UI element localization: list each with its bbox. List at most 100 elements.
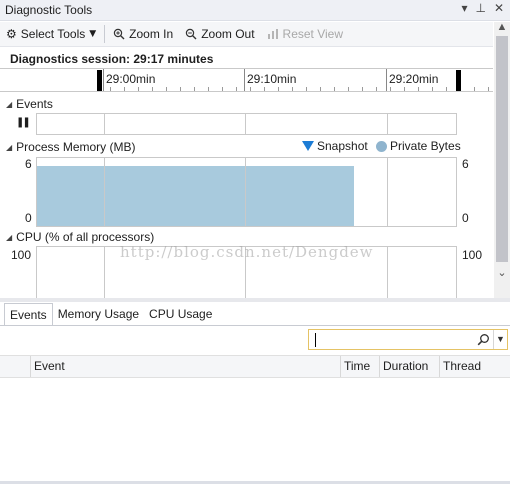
memory-axis-right-min: 0 — [462, 211, 469, 225]
ruler-major-tick — [386, 69, 387, 91]
close-icon[interactable]: ✕ — [494, 2, 504, 14]
pin-icon[interactable]: ⊥ — [475, 2, 485, 14]
ruler-minor-tick — [334, 87, 335, 91]
events-section-title: Events — [16, 97, 53, 111]
zoom-in-button[interactable]: Zoom In — [107, 22, 179, 46]
memory-chart[interactable] — [36, 157, 457, 227]
ruler-tick-label: 29:00min — [106, 72, 156, 86]
chevron-down-icon: ▼ — [89, 28, 97, 39]
collapse-triangle-icon: ◢ — [6, 99, 13, 109]
ruler-minor-tick — [390, 87, 391, 91]
search-input[interactable]: ▼ — [308, 329, 508, 350]
ruler-minor-tick — [292, 87, 293, 91]
tab-cpu-usage[interactable]: CPU Usage — [144, 303, 217, 325]
ruler-minor-tick — [432, 87, 433, 91]
tab-memory-usage[interactable]: Memory Usage — [53, 303, 144, 325]
detail-tabs: Events Memory Usage CPU Usage — [4, 303, 510, 325]
pause-icon[interactable]: ❚❚ — [16, 118, 31, 128]
title-bar: Diagnostic Tools ▾ ⊥ ✕ — [0, 0, 510, 21]
collapse-triangle-icon: ◢ — [6, 142, 13, 152]
legend-snapshot-label: Snapshot — [317, 139, 368, 153]
private-bytes-area — [37, 166, 354, 226]
reset-view-icon — [267, 29, 278, 39]
search-icon[interactable] — [477, 333, 490, 346]
ruler-minor-tick — [306, 87, 307, 91]
ruler-minor-tick — [180, 87, 181, 91]
ruler-minor-tick — [152, 87, 153, 91]
tab-events[interactable]: Events — [4, 303, 53, 325]
scroll-down-icon[interactable]: ⌄ — [494, 266, 510, 279]
window-title: Diagnostic Tools — [5, 3, 93, 17]
column-header-event[interactable]: Event — [30, 356, 340, 377]
grid-line — [104, 158, 105, 226]
ruler-tick-label: 29:20min — [389, 72, 439, 86]
ruler-minor-tick — [110, 87, 111, 91]
ruler-minor-tick — [278, 87, 279, 91]
legend-private-bytes: Private Bytes — [376, 139, 461, 153]
ruler-minor-tick — [236, 87, 237, 91]
scrollbar-thumb[interactable] — [496, 36, 508, 262]
window-buttons: ▾ ⊥ ✕ — [461, 2, 504, 14]
snapshot-marker-icon — [302, 141, 314, 151]
search-options-chevron-icon[interactable]: ▼ — [493, 330, 507, 349]
ruler-tick-label: 29:10min — [247, 72, 297, 86]
tab-underline — [0, 325, 510, 326]
column-header-duration[interactable]: Duration — [379, 356, 439, 377]
ruler-major-tick — [244, 69, 245, 91]
grid-line — [387, 114, 388, 134]
grid-line — [387, 158, 388, 226]
select-tools-button[interactable]: ⚙ Select Tools ▼ — [0, 22, 102, 46]
watermark: http://blog.csdn.net/Dengdew — [120, 243, 374, 261]
grid-line — [245, 158, 246, 226]
toolbar-separator — [104, 25, 106, 43]
memory-section-title: Process Memory (MB) — [16, 140, 136, 154]
cpu-section-header[interactable]: ◢ CPU (% of all processors) — [6, 230, 154, 244]
session-duration: Diagnostics session: 29:17 minutes — [10, 52, 214, 66]
vertical-scrollbar[interactable]: ▲ ⌄ — [494, 21, 510, 298]
zoom-out-icon — [185, 28, 197, 40]
memory-axis-left-min: 0 — [25, 211, 32, 225]
toolbar: ⚙ Select Tools ▼ Zoom In Zoom Out Reset … — [0, 22, 493, 47]
zoom-out-button[interactable]: Zoom Out — [179, 22, 260, 46]
memory-axis-left-max: 6 — [25, 157, 32, 171]
memory-section-header[interactable]: ◢ Process Memory (MB) — [6, 140, 136, 154]
column-header-time[interactable]: Time — [340, 356, 379, 377]
scroll-up-icon[interactable]: ▲ — [494, 21, 510, 33]
ruler-minor-tick — [222, 87, 223, 91]
events-section-header[interactable]: ◢ Events — [6, 97, 53, 111]
reset-view-button[interactable]: Reset View — [261, 22, 349, 46]
ruler-minor-tick — [208, 87, 209, 91]
legend-private-bytes-label: Private Bytes — [390, 139, 461, 153]
private-bytes-marker-icon — [376, 140, 387, 152]
cpu-axis-left-max: 100 — [11, 248, 32, 262]
events-table-header: Event Time Duration Thread — [0, 355, 510, 378]
ruler-minor-tick — [418, 87, 419, 91]
cpu-section-title: CPU (% of all processors) — [16, 230, 155, 244]
ruler-minor-tick — [404, 87, 405, 91]
ruler-major-tick — [103, 69, 104, 91]
text-caret — [315, 333, 316, 347]
ruler-minor-tick — [124, 87, 125, 91]
grid-line — [245, 114, 246, 134]
events-track[interactable] — [36, 113, 457, 135]
gear-icon: ⚙ — [6, 27, 17, 41]
ruler-minor-tick — [264, 87, 265, 91]
zoom-in-icon — [113, 28, 125, 40]
ruler-minor-tick — [194, 87, 195, 91]
grid-line — [387, 247, 388, 299]
memory-axis-right-max: 6 — [462, 157, 469, 171]
pane-splitter[interactable] — [0, 298, 510, 302]
grid-line — [104, 247, 105, 299]
column-header-thread[interactable]: Thread — [439, 356, 510, 377]
ruler-minor-tick — [348, 87, 349, 91]
ruler-start-marker — [97, 70, 102, 91]
ruler-minor-tick — [376, 87, 377, 91]
timeline-ruler[interactable]: 29:00min 29:10min 29:20min — [0, 68, 493, 92]
cpu-axis-right-max: 100 — [462, 248, 483, 262]
window-menu-chevron-icon[interactable]: ▾ — [461, 2, 467, 14]
zoom-out-label: Zoom Out — [201, 27, 255, 41]
ruler-minor-tick — [320, 87, 321, 91]
ruler-minor-tick — [488, 87, 489, 91]
legend-snapshot: Snapshot — [302, 139, 368, 153]
ruler-minor-tick — [446, 87, 447, 91]
